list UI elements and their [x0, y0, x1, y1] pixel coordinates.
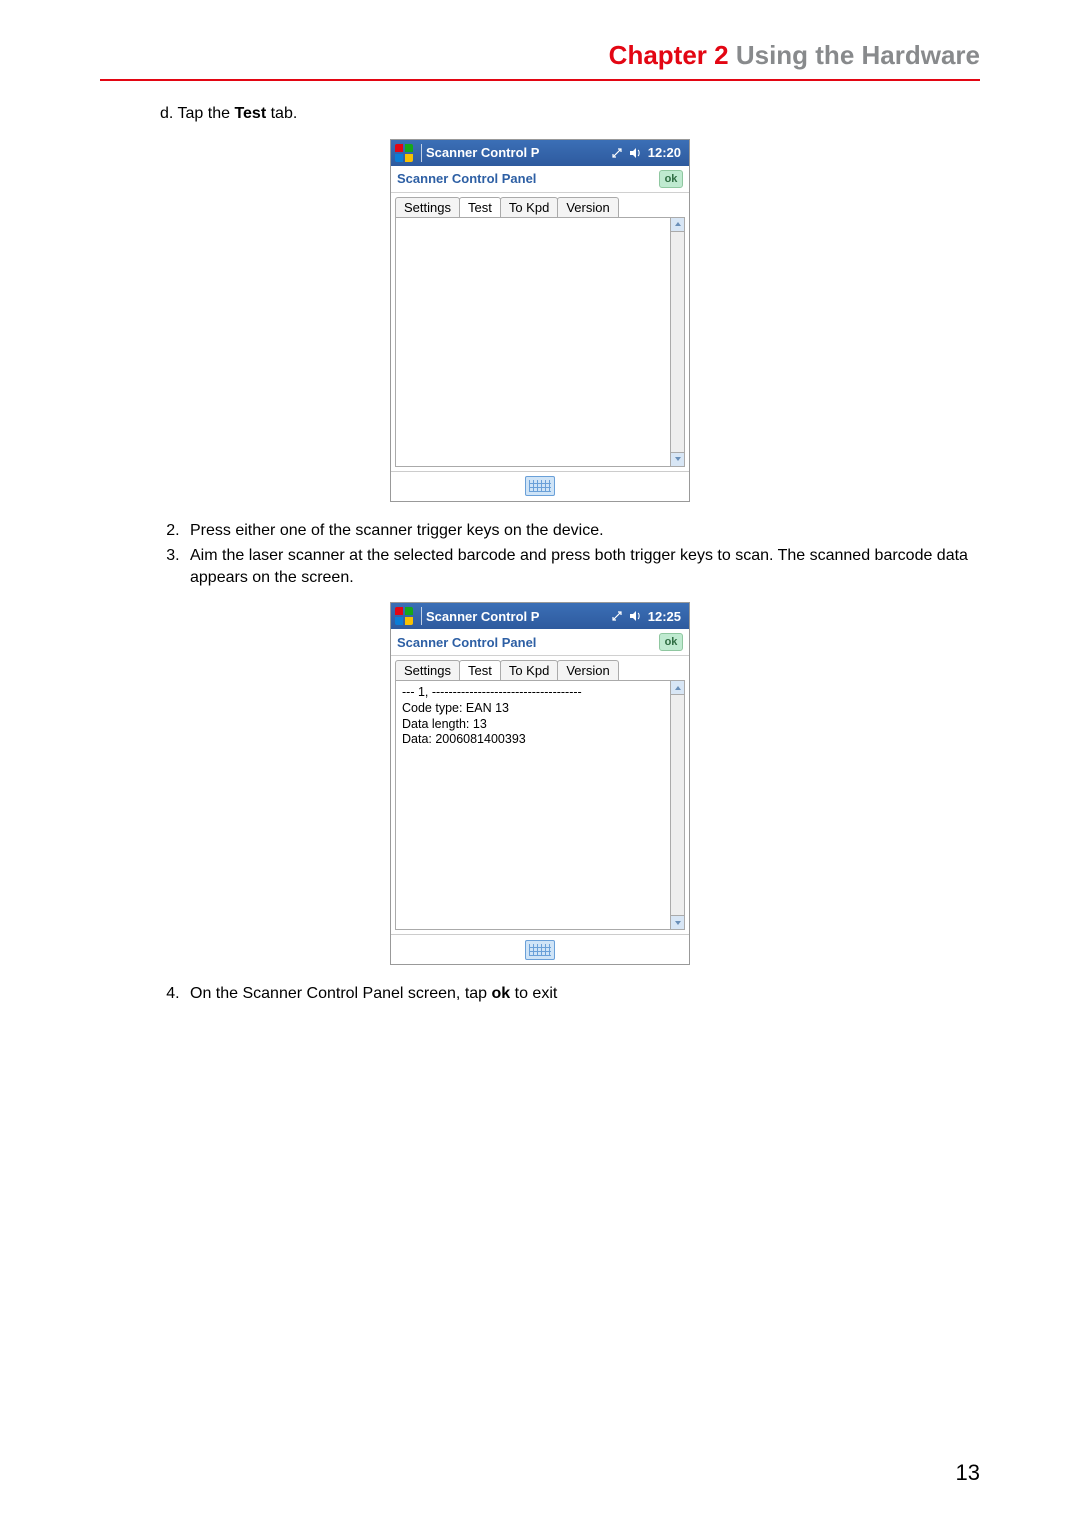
tab-to-kpd[interactable]: To Kpd	[500, 660, 558, 680]
connectivity-icon[interactable]	[610, 146, 624, 160]
panel-subtitle-bar: Scanner Control Panel ok	[391, 166, 689, 193]
figure-1-wrap: Scanner Control P 12:20 Scanner Control …	[100, 139, 980, 502]
step-3: Aim the laser scanner at the selected ba…	[184, 545, 980, 588]
clock-time: 12:25	[648, 609, 681, 624]
ok-button[interactable]: ok	[659, 170, 683, 188]
step-3-text: Aim the laser scanner at the selected ba…	[190, 547, 968, 586]
start-flag-icon[interactable]	[395, 607, 413, 625]
step-d-bold: Test	[234, 105, 266, 122]
step-4-after: to exit	[510, 985, 557, 1002]
content-wrap	[395, 217, 685, 467]
step-d-text-after: tab.	[266, 105, 297, 122]
volume-icon[interactable]	[628, 609, 642, 623]
scroll-up-button[interactable]	[671, 681, 684, 695]
panel-subtitle: Scanner Control Panel	[397, 171, 536, 186]
bottom-bar	[391, 934, 689, 964]
step-4-bold: ok	[492, 985, 511, 1002]
steps-list-2-3: Press either one of the scanner trigger …	[160, 520, 980, 589]
step-d-prefix: d.	[160, 105, 173, 122]
scroll-down-button[interactable]	[671, 915, 684, 929]
scroll-down-button[interactable]	[671, 452, 684, 466]
tab-version[interactable]: Version	[557, 660, 618, 680]
keyboard-icon[interactable]	[525, 476, 555, 496]
scroll-up-button[interactable]	[671, 218, 684, 232]
titlebar-title: Scanner Control P	[426, 609, 539, 624]
titlebar-title: Scanner Control P	[426, 145, 539, 160]
chapter-title-text: Using the Hardware	[736, 40, 980, 70]
step-4-before: On the Scanner Control Panel screen, tap	[190, 985, 492, 1002]
step-d-text-before: Tap the	[178, 105, 235, 122]
tab-bar: Settings Test To Kpd Version	[391, 656, 689, 680]
header-rule	[100, 79, 980, 81]
test-output-area	[395, 217, 671, 467]
connectivity-icon[interactable]	[610, 609, 624, 623]
panel-subtitle-bar: Scanner Control Panel ok	[391, 629, 689, 656]
step-d: d. Tap the Test tab.	[160, 103, 980, 125]
titlebar-divider	[421, 607, 422, 625]
tab-settings[interactable]: Settings	[395, 197, 460, 217]
tab-version[interactable]: Version	[557, 197, 618, 217]
chapter-header: Chapter 2 Using the Hardware	[100, 40, 980, 71]
test-output-area: --- 1, ---------------------------------…	[395, 680, 671, 930]
titlebar: Scanner Control P 12:25	[391, 603, 689, 629]
tab-to-kpd[interactable]: To Kpd	[500, 197, 558, 217]
scrollbar[interactable]	[671, 217, 685, 467]
page-number: 13	[956, 1460, 980, 1486]
ok-button[interactable]: ok	[659, 633, 683, 651]
keyboard-icon[interactable]	[525, 940, 555, 960]
chapter-label: Chapter 2	[609, 40, 729, 70]
tab-test[interactable]: Test	[459, 197, 501, 217]
step-2-text: Press either one of the scanner trigger …	[190, 522, 604, 539]
step-2: Press either one of the scanner trigger …	[184, 520, 980, 542]
figure-2-wrap: Scanner Control P 12:25 Scanner Control …	[100, 602, 980, 965]
bottom-bar	[391, 471, 689, 501]
tab-bar: Settings Test To Kpd Version	[391, 193, 689, 217]
tab-settings[interactable]: Settings	[395, 660, 460, 680]
volume-icon[interactable]	[628, 146, 642, 160]
tab-test[interactable]: Test	[459, 660, 501, 680]
pocketpc-screenshot-1: Scanner Control P 12:20 Scanner Control …	[390, 139, 690, 502]
content-wrap: --- 1, ---------------------------------…	[395, 680, 685, 930]
panel-subtitle: Scanner Control Panel	[397, 635, 536, 650]
scrollbar[interactable]	[671, 680, 685, 930]
start-flag-icon[interactable]	[395, 144, 413, 162]
pocketpc-screenshot-2: Scanner Control P 12:25 Scanner Control …	[390, 602, 690, 965]
titlebar-divider	[421, 144, 422, 162]
clock-time: 12:20	[648, 145, 681, 160]
titlebar: Scanner Control P 12:20	[391, 140, 689, 166]
steps-list-4: On the Scanner Control Panel screen, tap…	[160, 983, 980, 1005]
step-4: On the Scanner Control Panel screen, tap…	[184, 983, 980, 1005]
